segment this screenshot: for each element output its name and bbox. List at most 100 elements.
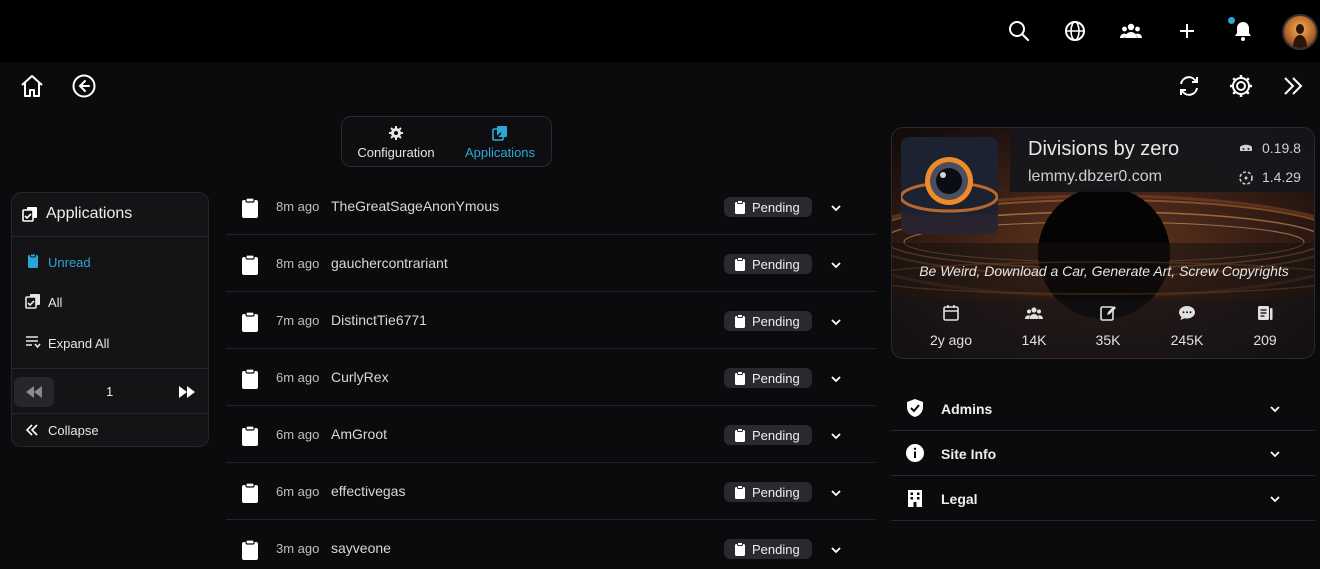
application-username[interactable]: AmGroot <box>331 426 387 442</box>
top-bar <box>0 0 1320 62</box>
rewind-icon <box>26 386 42 398</box>
site-icon <box>901 137 998 234</box>
gear-icon <box>388 125 404 141</box>
application-username[interactable]: TheGreatSageAnonYmous <box>331 198 499 214</box>
accordion-legal[interactable]: Legal <box>891 476 1315 521</box>
status-badge: Pending <box>724 311 812 331</box>
chevron-down-icon[interactable] <box>828 428 844 444</box>
status-badge: Pending <box>724 254 812 274</box>
clipboard-icon <box>28 253 38 268</box>
sidebar-item-label: All <box>48 295 63 310</box>
sidebar-item-unread[interactable]: Unread <box>12 242 208 282</box>
calendar-icon <box>943 305 959 321</box>
sidebar-item-all[interactable]: All <box>12 282 208 322</box>
clipboard-icon <box>735 314 745 328</box>
clipboard-icon <box>735 200 745 214</box>
clipboard-icon <box>242 197 258 218</box>
expand-all-icon <box>26 336 41 349</box>
status-text: Pending <box>752 257 800 272</box>
status-text: Pending <box>752 428 800 443</box>
chevron-down-icon <box>1270 496 1280 503</box>
site-host: lemmy.dbzer0.com <box>1028 168 1162 185</box>
stat-value: 245K <box>1170 332 1204 348</box>
stat-users: 14K <box>999 304 1069 348</box>
tab-label: Applications <box>464 145 536 160</box>
clipboard-icon <box>242 482 258 503</box>
info-icon <box>906 444 924 462</box>
bell-icon[interactable] <box>1228 17 1255 43</box>
sidebar-item-label: Unread <box>48 255 91 270</box>
refresh-icon[interactable] <box>1176 73 1202 99</box>
back-icon[interactable] <box>71 73 97 99</box>
clipboard-icon <box>242 368 258 389</box>
application-time: 3m ago <box>276 541 320 556</box>
sidebar-header: Applications <box>12 193 208 237</box>
tab-configuration[interactable]: Configuration <box>348 117 444 168</box>
chevron-down-icon[interactable] <box>828 371 844 387</box>
collapse-label: Collapse <box>48 423 99 438</box>
sidebar-item-label: Expand All <box>48 336 110 351</box>
accordion-label: Admins <box>941 401 993 417</box>
clipboard-icon <box>735 542 745 556</box>
avatar[interactable] <box>1282 14 1318 50</box>
status-badge: Pending <box>724 482 812 502</box>
application-username[interactable]: gauchercontrariant <box>331 255 448 271</box>
application-time: 6m ago <box>276 370 320 385</box>
application-row[interactable]: 6m ago CurlyRex Pending <box>226 349 876 406</box>
accordion-label: Site Info <box>941 446 997 462</box>
site-card: Divisions by zero lemmy.dbzer0.com 0.19.… <box>891 127 1315 359</box>
next-page-button[interactable] <box>178 381 200 403</box>
fast-forward-icon <box>179 386 195 398</box>
comments-icon <box>1179 306 1195 320</box>
application-username[interactable]: sayveone <box>331 540 391 556</box>
clipboard-icon <box>735 257 745 271</box>
application-time: 8m ago <box>276 199 320 214</box>
chevron-down-icon[interactable] <box>828 542 844 558</box>
collapse-button[interactable]: Collapse <box>12 415 208 445</box>
sidebar-title: Applications <box>46 205 133 222</box>
globe-icon[interactable] <box>1063 19 1087 43</box>
home-icon[interactable] <box>19 73 45 99</box>
chevron-down-icon[interactable] <box>828 200 844 216</box>
application-username[interactable]: CurlyRex <box>331 369 389 385</box>
previous-page-button[interactable] <box>14 377 54 407</box>
site-tagline: Be Weird, Download a Car, Generate Art, … <box>919 263 1289 279</box>
sidebar-item-expand-all[interactable]: Expand All <box>12 323 208 363</box>
applications-sidebar: Applications Unread All Expand All 1 Col… <box>11 192 209 447</box>
application-row[interactable]: 8m ago TheGreatSageAnonYmous Pending <box>226 178 876 235</box>
chevrons-right-icon[interactable] <box>1280 73 1306 99</box>
clipboard-icon <box>735 371 745 385</box>
chevron-down-icon[interactable] <box>828 314 844 330</box>
site-name: Divisions by zero <box>1028 138 1180 160</box>
chevron-down-icon[interactable] <box>828 257 844 273</box>
search-icon[interactable] <box>1007 19 1031 43</box>
chevron-down-icon[interactable] <box>828 485 844 501</box>
application-time: 6m ago <box>276 427 320 442</box>
applications-icon <box>492 125 508 141</box>
stat-value: 2y ago <box>929 332 973 348</box>
gear-icon[interactable] <box>1228 73 1254 99</box>
chevron-down-icon <box>1270 406 1280 413</box>
accordion-admins[interactable]: Admins <box>891 386 1315 431</box>
plus-icon[interactable] <box>1175 19 1199 43</box>
application-row[interactable]: 7m ago DistinctTie6771 Pending <box>226 292 876 349</box>
application-row[interactable]: 6m ago AmGroot Pending <box>226 406 876 463</box>
users-icon <box>1025 307 1043 319</box>
view-tabs: Configuration Applications <box>341 116 552 167</box>
ui-version: 1.4.29 <box>1262 169 1301 185</box>
application-row[interactable]: 6m ago effectivegas Pending <box>226 463 876 520</box>
accordion-site-info[interactable]: Site Info <box>891 431 1315 476</box>
status-badge: Pending <box>724 368 812 388</box>
backend-version: 0.19.8 <box>1262 140 1301 156</box>
stat-age: 2y ago <box>916 304 986 348</box>
tab-applications[interactable]: Applications <box>452 117 548 168</box>
communities-icon[interactable] <box>1119 19 1143 43</box>
building-icon <box>908 490 922 507</box>
application-username[interactable]: effectivegas <box>331 483 405 499</box>
application-row[interactable]: 3m ago sayveone Pending <box>226 520 876 569</box>
clipboard-icon <box>242 254 258 275</box>
clipboard-icon <box>735 485 745 499</box>
page-number: 1 <box>106 384 114 399</box>
application-username[interactable]: DistinctTie6771 <box>331 312 427 328</box>
application-row[interactable]: 8m ago gauchercontrariant Pending <box>226 235 876 292</box>
